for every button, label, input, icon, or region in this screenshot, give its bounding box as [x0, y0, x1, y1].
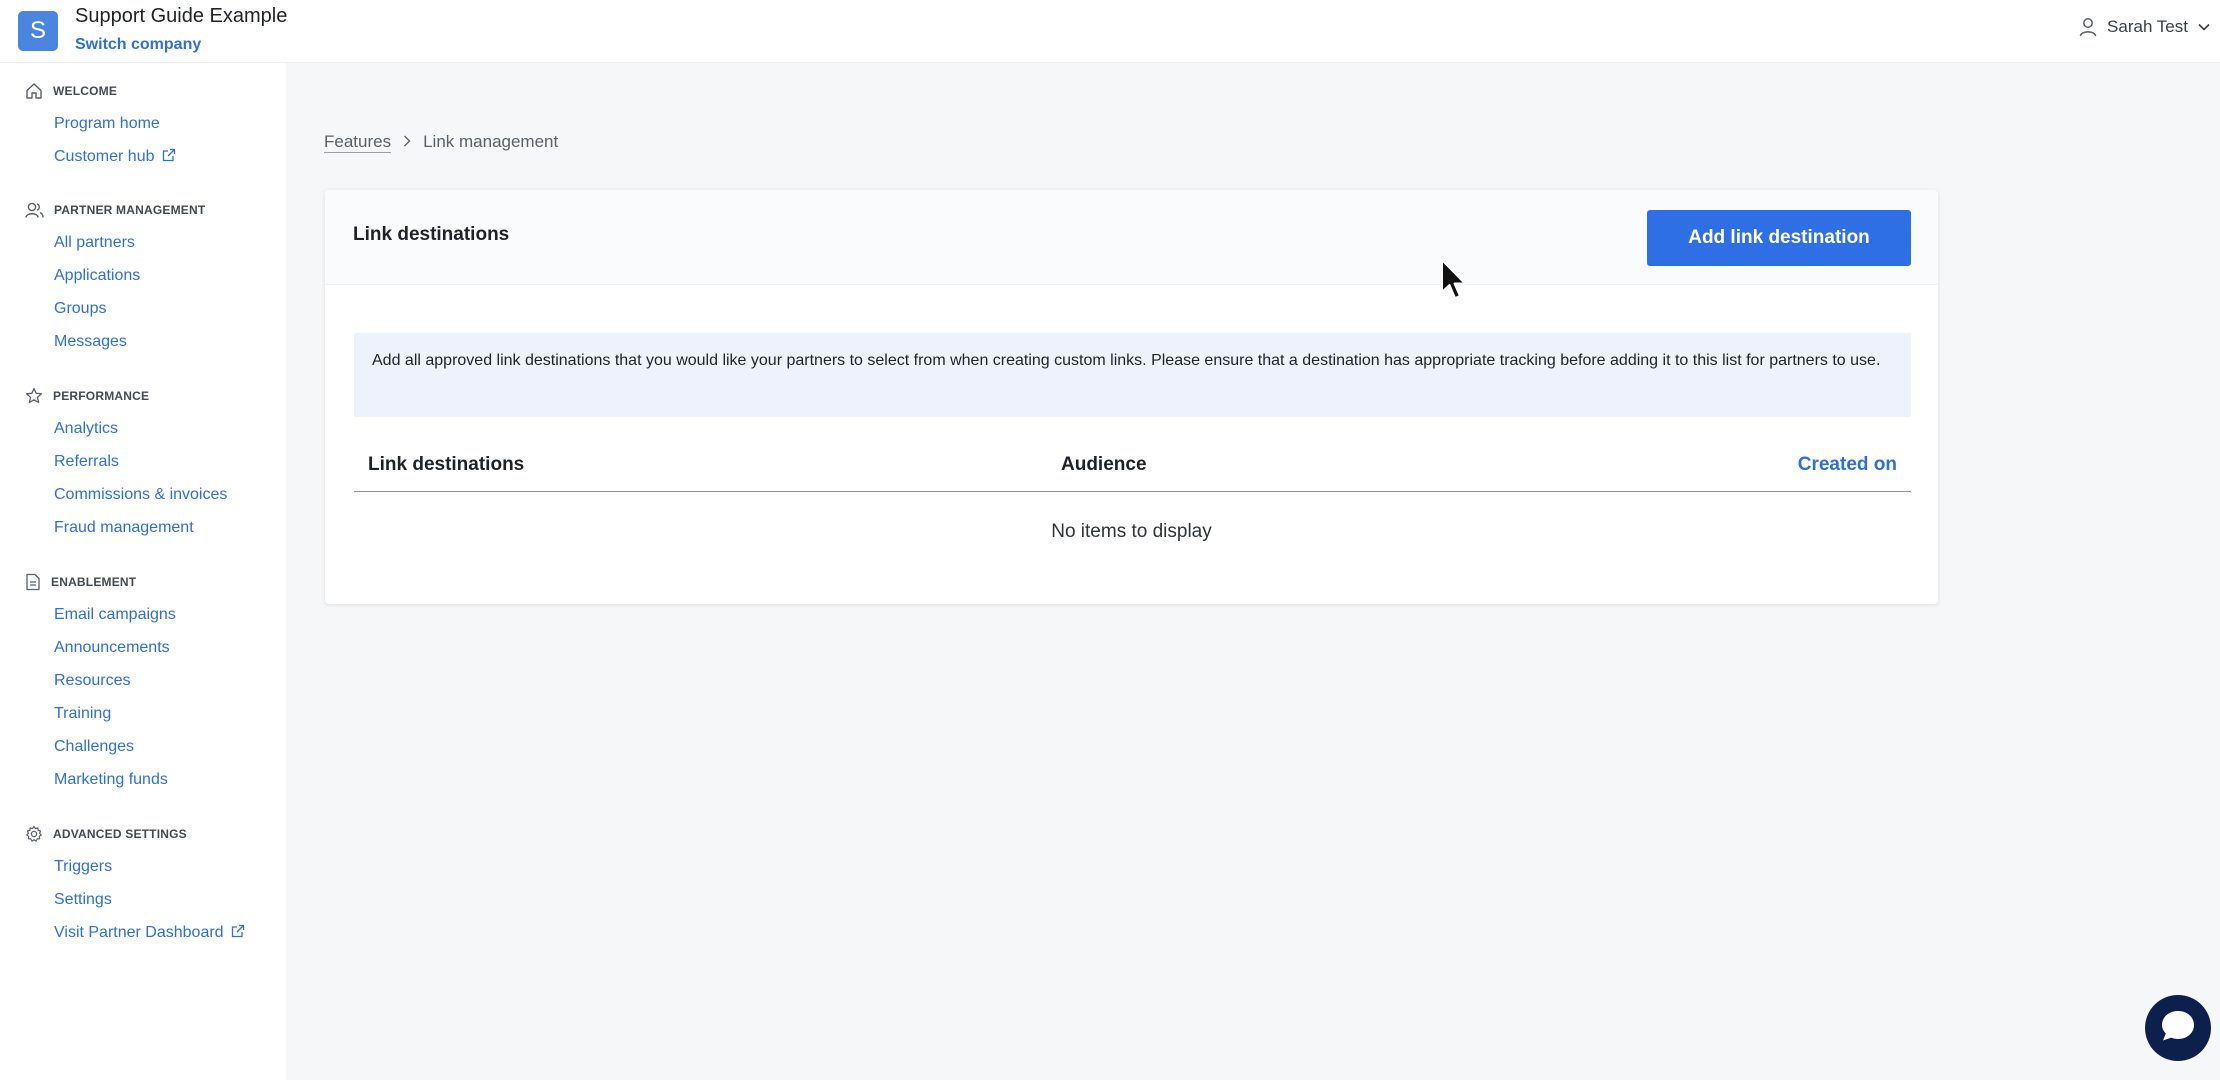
table-header: Link destinations Audience Created on — [354, 445, 1911, 492]
sidebar-item-messages[interactable]: Messages — [54, 331, 127, 353]
section-welcome: WELCOME — [25, 81, 117, 101]
section-partner-management: PARTNER MANAGEMENT — [25, 200, 205, 220]
column-audience: Audience — [1061, 454, 1147, 475]
sidebar-item-commissions-invoices[interactable]: Commissions & invoices — [54, 484, 227, 506]
link-destinations-card: Link destinations Add link destination A… — [325, 190, 1938, 604]
sidebar-item-visit-partner-dashboard[interactable]: Visit Partner Dashboard — [54, 922, 245, 944]
breadcrumb-current: Link management — [423, 132, 559, 151]
sidebar-item-all-partners[interactable]: All partners — [54, 232, 135, 254]
switch-company-link[interactable]: Switch company — [75, 36, 201, 54]
chat-bubble-icon — [2160, 1009, 2196, 1048]
sidebar-item-training[interactable]: Training — [54, 703, 111, 725]
sidebar-item-marketing-funds[interactable]: Marketing funds — [54, 769, 168, 791]
add-link-destination-button[interactable]: Add link destination — [1647, 210, 1911, 266]
star-icon — [25, 387, 43, 405]
company-logo[interactable]: S — [18, 11, 58, 51]
breadcrumb: Features Link management — [324, 130, 558, 154]
sidebar-item-referrals[interactable]: Referrals — [54, 451, 119, 473]
users-icon — [25, 201, 44, 219]
document-icon — [25, 573, 41, 591]
info-message: Add all approved link destinations that … — [354, 333, 1911, 417]
chevron-right-icon — [403, 132, 411, 152]
breadcrumb-features[interactable]: Features — [324, 132, 391, 152]
company-name: Support Guide Example — [75, 5, 288, 27]
top-bar: S Support Guide Example Switch company S… — [0, 0, 2220, 63]
card-title: Link destinations — [353, 224, 510, 245]
sidebar-item-program-home[interactable]: Program home — [54, 113, 160, 135]
mouse-cursor-icon — [1440, 258, 1468, 307]
column-created-on[interactable]: Created on — [1798, 454, 1897, 476]
sidebar-item-challenges[interactable]: Challenges — [54, 736, 134, 758]
sidebar-item-resources[interactable]: Resources — [54, 670, 130, 692]
external-link-icon — [231, 924, 245, 943]
sidebar-item-customer-hub[interactable]: Customer hub — [54, 146, 176, 168]
sidebar-item-email-campaigns[interactable]: Email campaigns — [54, 604, 176, 626]
sidebar-item-applications[interactable]: Applications — [54, 265, 140, 287]
empty-state: No items to display — [1051, 521, 1212, 542]
user-icon — [2079, 17, 2097, 37]
user-name: Sarah Test — [2107, 17, 2188, 36]
sidebar-item-analytics[interactable]: Analytics — [54, 418, 118, 440]
card-header: Link destinations Add link destination — [325, 190, 1938, 285]
gear-icon — [25, 825, 43, 843]
chat-button[interactable] — [2145, 995, 2211, 1061]
sidebar-item-fraud-management[interactable]: Fraud management — [54, 517, 194, 539]
sidebar-item-settings[interactable]: Settings — [54, 889, 112, 911]
user-menu[interactable]: Sarah Test — [2079, 14, 2210, 40]
external-link-icon — [162, 148, 176, 167]
chevron-down-icon — [2198, 23, 2210, 31]
sidebar-item-groups[interactable]: Groups — [54, 298, 106, 320]
section-advanced-settings: ADVANCED SETTINGS — [25, 824, 187, 844]
sidebar: WELCOME Program home Customer hub PARTNE… — [0, 63, 286, 1080]
sidebar-item-announcements[interactable]: Announcements — [54, 637, 170, 659]
home-icon — [25, 82, 43, 100]
sidebar-item-triggers[interactable]: Triggers — [54, 856, 112, 878]
section-performance: PERFORMANCE — [25, 386, 149, 406]
section-enablement: ENABLEMENT — [25, 572, 136, 592]
column-link-destinations: Link destinations — [368, 454, 525, 475]
